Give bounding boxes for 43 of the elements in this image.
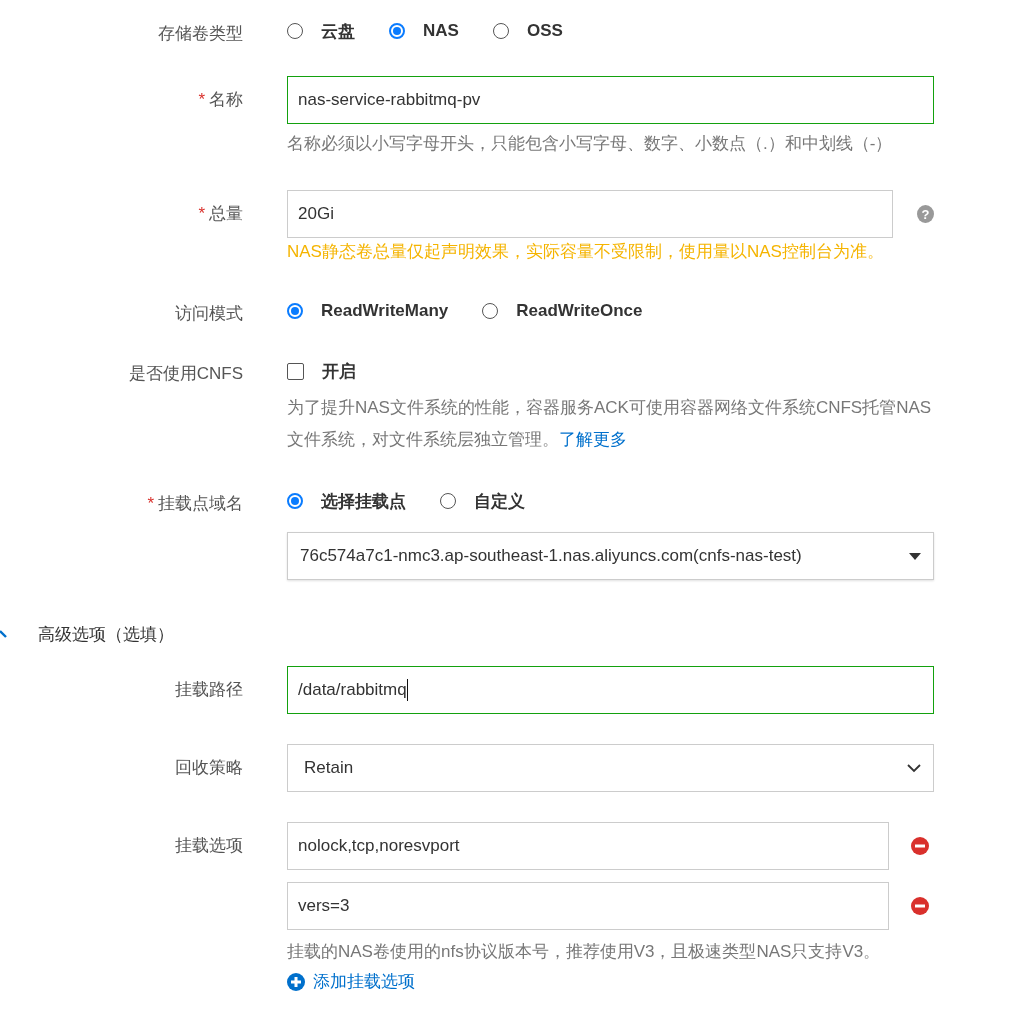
checkbox[interactable]	[287, 362, 304, 380]
field-label: 挂载点域名	[158, 494, 243, 513]
radio-label[interactable]: NAS	[423, 21, 459, 41]
chevron-down-icon	[907, 763, 921, 773]
field-label: 是否使用CNFS	[128, 364, 243, 383]
field-label: 总量	[209, 204, 243, 223]
plus-circle-icon	[287, 973, 305, 991]
text-input[interactable]: /data/rabbitmq	[287, 666, 934, 714]
field-label: 回收策略	[175, 758, 243, 777]
required-asterisk: *	[198, 204, 205, 223]
radio-button[interactable]	[287, 493, 303, 509]
text-input[interactable]: nas-service-rabbitmq-pv	[287, 76, 934, 124]
radio-label[interactable]: 选择挂载点	[321, 489, 406, 513]
radio-label[interactable]: ReadWriteOnce	[516, 301, 643, 321]
field-label: 访问模式	[175, 304, 243, 323]
field-label: 名称	[209, 90, 243, 109]
field-label: 存储卷类型	[158, 24, 243, 43]
warning-text: NAS静态卷总量仅起声明效果，实际容量不受限制，使用量以NAS控制台为准。	[287, 241, 885, 263]
section-title[interactable]: 高级选项（选填）	[38, 622, 174, 646]
radio-label[interactable]: OSS	[526, 21, 563, 41]
required-asterisk: *	[147, 494, 154, 513]
learn-more-link[interactable]: 了解更多	[559, 430, 627, 449]
radio-button[interactable]	[287, 303, 303, 319]
remove-icon[interactable]	[911, 897, 929, 915]
checkbox-label[interactable]: 开启	[322, 359, 356, 383]
text-input[interactable]: vers=3	[287, 882, 889, 930]
field-label: 挂载路径	[175, 680, 243, 699]
hint-text: 挂载的NAS卷使用的nfs协议版本号，推荐使用V3，且极速类型NAS只支持V3。	[287, 941, 882, 963]
field-label: 挂载选项	[175, 836, 243, 855]
remove-icon[interactable]	[911, 837, 929, 855]
text-input[interactable]: 20Gi	[287, 190, 894, 238]
text-input[interactable]: nolock,tcp,noresvport	[287, 822, 889, 870]
dropdown[interactable]: 76c574a7c1-nmc3.ap-southeast-1.nas.aliyuncs.com(cnfs-nas-test)	[287, 532, 934, 580]
caret-icon	[909, 552, 921, 560]
radio-label[interactable]: 云盘	[321, 19, 355, 43]
required-asterisk: *	[198, 90, 205, 109]
radio-button[interactable]	[389, 23, 405, 39]
select-field[interactable]: Retain	[287, 744, 934, 792]
radio-label[interactable]: 自定义	[474, 489, 525, 513]
radio-label[interactable]: ReadWriteMany	[321, 301, 449, 321]
hint-text: 名称必须以小写字母开头，只能包含小写字母、数字、小数点（.）和中划线（-）	[287, 133, 894, 155]
add-option-link[interactable]: 添加挂载选项	[287, 968, 415, 996]
hint-text: 为了提升NAS文件系统的性能，容器服务ACK可使用容器网络文件系统CNFS托管NAS文件系统，对文件系统层独立管理。了解更多	[287, 397, 933, 451]
